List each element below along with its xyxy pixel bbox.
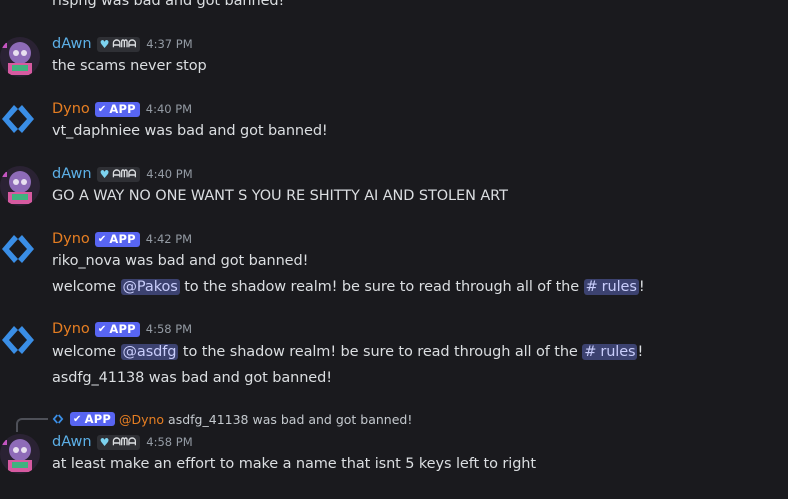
app-badge-label: APP	[84, 412, 111, 426]
reply-connector	[16, 418, 48, 432]
reply-text[interactable]: asdfg_41138 was bad and got banned!	[168, 412, 412, 427]
guild-tag[interactable]: ♥ ᗩᗰᗩ	[96, 36, 141, 52]
timestamp[interactable]: 4:40 PM	[146, 102, 192, 116]
username[interactable]: Dyno	[52, 101, 90, 117]
reply-preview[interactable]: ✔ APP @Dyno asdfg_41138 was bad and got b…	[52, 409, 412, 429]
message-text: riko_nova was bad and got banned!	[52, 253, 309, 269]
welcome-text: welcome	[52, 344, 121, 360]
message-text: the scams never stop	[52, 58, 207, 74]
guild-tag[interactable]: ♥ ᗩᗰᗩ	[96, 434, 141, 450]
user-mention[interactable]: @Pakos	[120, 279, 180, 295]
partial-message-text: rispng was bad and got banned!	[52, 0, 285, 9]
message-header: dAwn ♥ ᗩᗰᗩ 4:37 PM	[52, 34, 193, 54]
message-header: Dyno ✔ APP 4:40 PM	[52, 99, 192, 119]
channel-mention[interactable]: # rules	[583, 279, 639, 295]
heart-icon: ♥	[99, 37, 110, 51]
channel-hash-icon: #	[585, 279, 598, 295]
welcome-message: welcome @asdfg to the shadow realm! be s…	[52, 342, 643, 362]
welcome-message: welcome @Pakos to the shadow realm! be s…	[52, 277, 645, 297]
welcome-text: !	[638, 279, 645, 295]
check-icon: ✔	[97, 233, 107, 245]
channel-hash-icon: #	[584, 344, 597, 360]
welcome-text: welcome	[52, 279, 121, 295]
user-mention[interactable]: @asdfg	[120, 344, 179, 360]
channel-name: rules	[600, 344, 636, 360]
message-text: asdfg_41138 was bad and got banned!	[52, 370, 332, 386]
reply-username[interactable]: @Dyno	[119, 412, 164, 427]
app-badge-label: APP	[109, 232, 136, 246]
username[interactable]: dAwn	[52, 166, 92, 182]
guild-tag-text: ᗩᗰᗩ	[112, 168, 137, 180]
dyno-diamond-icon[interactable]	[0, 322, 36, 358]
avatar[interactable]	[0, 434, 40, 474]
app-badge: ✔ APP	[70, 412, 115, 426]
timestamp[interactable]: 4:40 PM	[146, 167, 192, 181]
message-text: GO A WAY NO ONE WANT S YOU RE SHITTY AI …	[52, 188, 508, 204]
message-text: at least make an effort to make a name t…	[52, 456, 536, 472]
app-badge: ✔ APP	[94, 321, 140, 337]
dyno-diamond-icon[interactable]	[0, 231, 36, 267]
message-header: dAwn ♥ ᗩᗰᗩ 4:40 PM	[52, 164, 193, 184]
check-icon: ✔	[73, 413, 82, 425]
app-badge-label: APP	[109, 102, 136, 116]
app-badge: ✔ APP	[94, 101, 140, 117]
timestamp[interactable]: 4:37 PM	[146, 37, 192, 51]
guild-tag-text: ᗩᗰᗩ	[112, 38, 137, 50]
message-header: dAwn ♥ ᗩᗰᗩ 4:58 PM	[52, 432, 193, 452]
message-header: Dyno ✔ APP 4:58 PM	[52, 319, 192, 339]
welcome-text: !	[637, 344, 644, 360]
dyno-diamond-icon[interactable]	[0, 101, 36, 137]
heart-icon: ♥	[99, 167, 110, 181]
avatar[interactable]	[0, 37, 40, 77]
welcome-text: to the shadow realm! be sure to read thr…	[179, 279, 584, 295]
username[interactable]: Dyno	[52, 321, 90, 337]
timestamp[interactable]: 4:58 PM	[146, 435, 192, 449]
dawn-avatar-icon	[0, 37, 40, 77]
channel-name: rules	[601, 279, 637, 295]
check-icon: ✔	[97, 103, 107, 115]
username[interactable]: dAwn	[52, 434, 92, 450]
app-badge-label: APP	[109, 322, 136, 336]
dawn-avatar-icon	[0, 434, 40, 474]
heart-icon: ♥	[99, 435, 110, 449]
channel-mention[interactable]: # rules	[582, 344, 638, 360]
message-text: vt_daphniee was bad and got banned!	[52, 123, 328, 139]
timestamp[interactable]: 4:42 PM	[146, 232, 192, 246]
avatar[interactable]	[0, 166, 40, 206]
username[interactable]: dAwn	[52, 36, 92, 52]
guild-tag[interactable]: ♥ ᗩᗰᗩ	[96, 166, 141, 182]
message-header: Dyno ✔ APP 4:42 PM	[52, 229, 192, 249]
guild-tag-text: ᗩᗰᗩ	[112, 436, 137, 448]
app-badge: ✔ APP	[94, 231, 140, 247]
welcome-text: to the shadow realm! be sure to read thr…	[178, 344, 583, 360]
check-icon: ✔	[97, 323, 107, 335]
username[interactable]: Dyno	[52, 231, 90, 247]
dyno-diamond-icon	[52, 414, 64, 424]
dawn-avatar-icon	[0, 166, 40, 206]
chat-log: rispng was bad and got banned! dAwn ♥ ᗩᗰᗩ…	[0, 0, 788, 499]
timestamp[interactable]: 4:58 PM	[146, 322, 192, 336]
